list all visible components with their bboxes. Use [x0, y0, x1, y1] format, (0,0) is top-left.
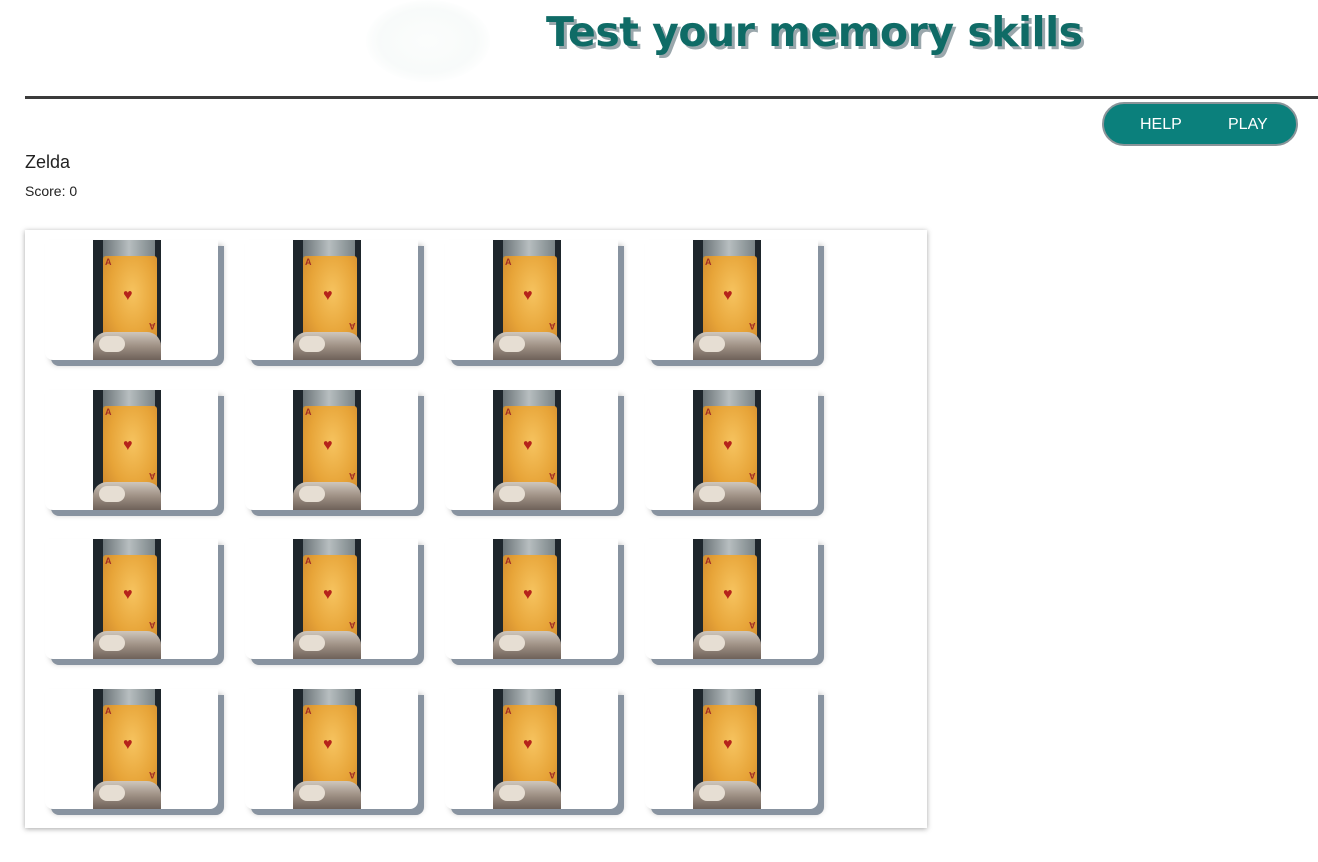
card-back-image: A ♥ A [293, 688, 361, 809]
card-back-image: A ♥ A [693, 389, 761, 510]
heart-icon: ♥ [723, 735, 733, 753]
score-display: Score: 0 [25, 183, 78, 199]
card-back-image: A ♥ A [93, 240, 161, 360]
heart-icon: ♥ [323, 436, 333, 454]
card-back-image: A ♥ A [493, 539, 561, 659]
help-button[interactable]: HELP [1140, 116, 1182, 134]
memory-card[interactable]: A ♥ A [445, 389, 618, 510]
card-back-image: A ♥ A [93, 539, 161, 659]
card-back-image: A ♥ A [293, 389, 361, 510]
heart-icon: ♥ [123, 735, 133, 753]
nav-menu: HELP PLAY [1102, 102, 1298, 146]
card-board: A ♥ A A ♥ A A ♥ A A ♥ A A ♥ A A ♥ A A ♥ A A ♥ A A ♥ A A ♥ A… [25, 230, 927, 828]
memory-card[interactable]: A ♥ A [45, 539, 218, 659]
player-name: Zelda [25, 152, 71, 172]
card-back-image: A ♥ A [693, 240, 761, 360]
memory-card[interactable]: A ♥ A [645, 240, 818, 360]
heart-icon: ♥ [323, 586, 333, 603]
memory-card[interactable]: A ♥ A [445, 240, 618, 360]
card-back-image: A ♥ A [93, 688, 161, 809]
heart-icon: ♥ [523, 436, 533, 454]
card-back-image: A ♥ A [493, 240, 561, 360]
memory-card[interactable]: A ♥ A [245, 539, 418, 659]
heart-icon: ♥ [523, 287, 533, 304]
memory-card[interactable]: A ♥ A [645, 539, 818, 659]
card-back-image: A ♥ A [693, 539, 761, 659]
page-title: Test your memory skills [546, 8, 1083, 56]
heart-icon: ♥ [523, 735, 533, 753]
heart-icon: ♥ [323, 735, 333, 753]
memory-card[interactable]: A ♥ A [45, 240, 218, 360]
card-back-image: A ♥ A [693, 688, 761, 809]
heart-icon: ♥ [123, 586, 133, 603]
memory-card[interactable]: A ♥ A [245, 240, 418, 360]
heart-icon: ♥ [123, 436, 133, 454]
memory-card[interactable]: A ♥ A [245, 389, 418, 510]
card-back-image: A ♥ A [293, 539, 361, 659]
memory-card[interactable]: A ♥ A [245, 688, 418, 809]
memory-game-page: Test your memory skills HELP PLAY Zelda … [0, 0, 1318, 862]
heart-icon: ♥ [523, 586, 533, 603]
memory-card[interactable]: A ♥ A [645, 688, 818, 809]
memory-card[interactable]: A ♥ A [45, 389, 218, 510]
heart-icon: ♥ [723, 287, 733, 304]
memory-card[interactable]: A ♥ A [45, 688, 218, 809]
heart-icon: ♥ [323, 287, 333, 304]
memory-card[interactable]: A ♥ A [445, 688, 618, 809]
header-divider [25, 96, 1318, 99]
logo [366, 0, 490, 82]
heart-icon: ♥ [723, 436, 733, 454]
card-back-image: A ♥ A [493, 389, 561, 510]
play-button[interactable]: PLAY [1228, 116, 1268, 134]
card-back-image: A ♥ A [293, 240, 361, 360]
heart-icon: ♥ [723, 586, 733, 603]
heart-icon: ♥ [123, 287, 133, 304]
memory-card[interactable]: A ♥ A [645, 389, 818, 510]
memory-card[interactable]: A ♥ A [445, 539, 618, 659]
card-back-image: A ♥ A [93, 389, 161, 510]
card-back-image: A ♥ A [493, 688, 561, 809]
